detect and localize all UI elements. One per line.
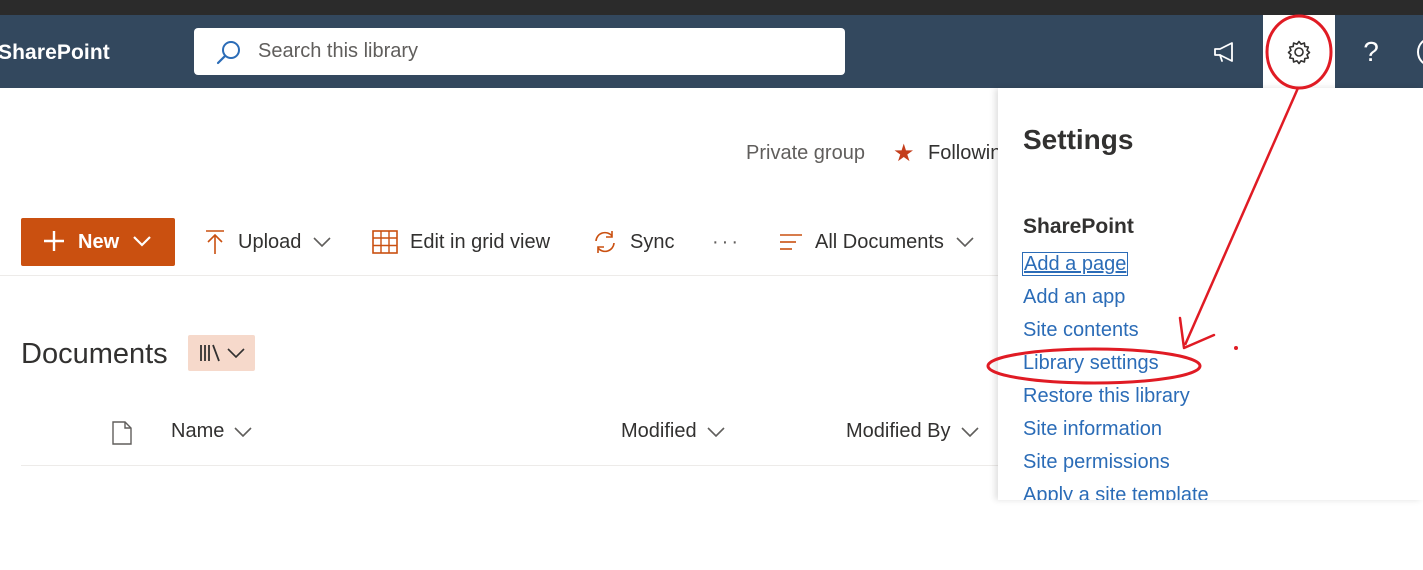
add-a-page-link[interactable]: Add a page	[1021, 250, 1209, 283]
column-name-label: Name	[171, 420, 225, 442]
upload-button[interactable]: Upload	[204, 218, 331, 266]
chevron-down-icon	[960, 426, 979, 437]
add-an-app-link[interactable]: Add an app	[1023, 283, 1209, 316]
view-list-icon	[780, 234, 802, 250]
site-contents-link[interactable]: Site contents	[1023, 316, 1209, 349]
library-title: Documents	[21, 338, 168, 370]
search-box[interactable]	[194, 28, 845, 75]
grid-icon	[372, 230, 398, 254]
app-title[interactable]: SharePoint	[0, 41, 110, 65]
list-header-divider	[21, 465, 1001, 466]
upload-label: Upload	[238, 230, 302, 253]
plus-icon	[44, 231, 64, 251]
chevron-down-icon	[707, 426, 725, 437]
apply-site-template-link[interactable]: Apply a site template	[1023, 481, 1209, 500]
settings-panel-title: Settings	[1023, 124, 1134, 155]
chevron-down-icon	[956, 237, 974, 247]
suite-bar: SharePoint ?	[0, 15, 1423, 88]
library-icon	[199, 344, 220, 362]
chevron-down-icon	[133, 236, 151, 247]
column-header-modified[interactable]: Modified	[621, 420, 725, 443]
sync-label: Sync	[630, 230, 675, 253]
command-bar: New Upload Edit in grid view Sync ··· Al…	[0, 210, 1000, 276]
chevron-down-icon	[226, 348, 245, 358]
star-icon[interactable]: ★	[893, 139, 915, 168]
window-top-strip	[0, 0, 1423, 15]
column-modified-label: Modified	[621, 420, 697, 442]
file-type-icon	[112, 421, 132, 445]
new-button[interactable]: New	[21, 218, 175, 266]
restore-library-link[interactable]: Restore this library	[1023, 382, 1209, 415]
search-input[interactable]	[258, 28, 818, 75]
library-switcher[interactable]	[188, 335, 255, 371]
whats-new-button[interactable]	[1190, 15, 1262, 88]
settings-section-heading: SharePoint	[1023, 215, 1134, 238]
more-commands-button[interactable]: ···	[712, 218, 741, 266]
megaphone-icon	[1214, 41, 1233, 62]
chevron-down-icon	[313, 237, 331, 247]
column-modified-by-label: Modified By	[846, 420, 951, 442]
sync-button[interactable]: Sync	[592, 218, 674, 266]
upload-icon	[206, 230, 224, 254]
gear-icon	[1287, 40, 1311, 64]
follow-button[interactable]: Following	[928, 142, 998, 165]
new-label: New	[78, 231, 120, 253]
settings-panel: Settings SharePoint Add a page Add an ap…	[998, 88, 1423, 500]
chevron-down-icon	[234, 426, 252, 437]
avatar[interactable]	[1417, 37, 1423, 67]
group-privacy-label: Private group	[746, 142, 865, 164]
help-button[interactable]: ?	[1335, 15, 1407, 88]
settings-links: Add a page Add an app Site contents Libr…	[1021, 250, 1209, 500]
edit-grid-view-button[interactable]: Edit in grid view	[372, 218, 550, 266]
sync-icon	[595, 231, 615, 253]
view-label: All Documents	[815, 230, 944, 253]
settings-button[interactable]	[1263, 15, 1335, 88]
column-header-modified-by[interactable]: Modified By	[846, 420, 979, 443]
edit-grid-view-label: Edit in grid view	[410, 230, 551, 253]
help-icon: ?	[1363, 35, 1379, 67]
view-switcher-button[interactable]: All Documents	[779, 218, 974, 266]
library-settings-link[interactable]: Library settings	[1023, 349, 1209, 382]
site-permissions-link[interactable]: Site permissions	[1023, 448, 1209, 481]
column-header-name[interactable]: Name	[171, 420, 252, 443]
search-icon	[216, 41, 240, 65]
site-information-link[interactable]: Site information	[1023, 415, 1209, 448]
